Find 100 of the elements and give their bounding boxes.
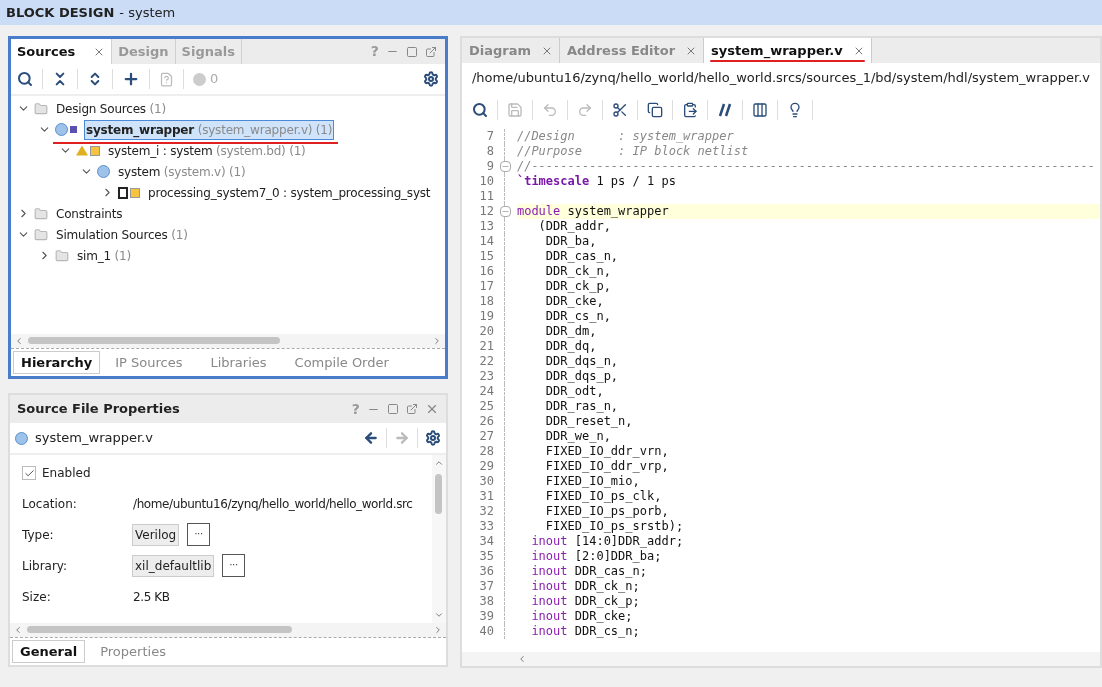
code-line: DDR_reset_n, xyxy=(544,414,634,429)
line-number: 15 xyxy=(478,249,494,264)
code-line: //------------------------------------------------------------------------------ xyxy=(516,159,1096,174)
settings-icon[interactable] xyxy=(422,71,439,87)
line-number: 16 xyxy=(478,264,494,279)
property-label: Type: xyxy=(22,526,55,544)
editor-tab[interactable]: system_wrapper.v xyxy=(704,38,872,63)
view-tab[interactable]: Libraries xyxy=(197,351,280,373)
tree-item[interactable]: processing_system7_0 : system_processing_syst xyxy=(147,183,432,202)
property-label: Library: xyxy=(22,557,69,575)
line-number: 25 xyxy=(478,399,494,414)
line-number: 38 xyxy=(478,594,494,609)
panel-tab[interactable]: Sources xyxy=(11,39,113,64)
view-tab[interactable]: Compile Order xyxy=(281,351,402,373)
browse-button[interactable]: ··· xyxy=(222,554,246,577)
code-line: inout DDR_cs_n; xyxy=(530,624,641,639)
verilog-file-icon xyxy=(97,165,110,178)
copy-icon[interactable] xyxy=(646,102,663,118)
line-number: 13 xyxy=(478,219,494,234)
line-number: 14 xyxy=(478,234,494,249)
line-number: 39 xyxy=(478,609,494,624)
code-line: //Design : system_wrapper xyxy=(516,129,735,144)
scrollbar-thumb[interactable] xyxy=(27,626,293,633)
view-tab[interactable]: Properties xyxy=(87,640,179,662)
code-line: DDR_odt, xyxy=(544,384,605,399)
line-number: 20 xyxy=(478,324,494,339)
block-design-icon xyxy=(76,145,100,156)
folder-icon xyxy=(34,101,48,116)
checkbox-label: Enabled xyxy=(42,465,91,482)
search-icon[interactable] xyxy=(471,102,488,118)
float-button[interactable] xyxy=(424,45,437,58)
enabled-checkbox[interactable] xyxy=(22,466,36,480)
warning-count: 0 xyxy=(210,70,219,89)
line-number: 18 xyxy=(478,294,494,309)
code-line: inout DDR_cas_n; xyxy=(530,564,648,579)
scroll-left-icon[interactable] xyxy=(13,624,23,635)
tree-item[interactable]: sim_1 (1) xyxy=(76,246,132,265)
property-field[interactable]: Verilog xyxy=(132,523,180,546)
property-label: Size: xyxy=(22,588,52,606)
code-line: DDR_cke, xyxy=(544,294,605,309)
code-line: DDR_dm, xyxy=(544,324,598,339)
code-line: DDR_ck_n, xyxy=(544,264,612,279)
code-line: FIXED_IO_ps_srstb); xyxy=(544,519,685,534)
line-number: 33 xyxy=(478,519,494,534)
search-icon[interactable] xyxy=(17,71,33,87)
scrollbar-thumb[interactable] xyxy=(28,337,280,344)
line-number: 11 xyxy=(478,189,494,204)
code-line: (DDR_addr, xyxy=(537,219,612,234)
line-number: 35 xyxy=(478,549,494,564)
code-line: DDR_ras_n, xyxy=(544,399,620,414)
scissors-icon[interactable] xyxy=(611,102,628,118)
tree-item[interactable]: Design Sources (1) xyxy=(55,99,167,118)
tree-item[interactable]: system (system.v) (1) xyxy=(117,162,247,181)
folder-icon xyxy=(55,248,69,263)
property-value: 2.5 KB xyxy=(132,588,171,606)
line-number: 8 xyxy=(485,144,494,159)
line-number: 30 xyxy=(478,474,494,489)
code-line: FIXED_IO_ddr_vrp, xyxy=(544,459,670,474)
line-number: 19 xyxy=(478,309,494,324)
code-line: DDR_dqs_p, xyxy=(544,369,620,384)
save-icon[interactable] xyxy=(506,102,523,118)
line-number: 10 xyxy=(478,174,494,189)
line-number: 22 xyxy=(478,354,494,369)
folder-icon xyxy=(34,227,48,242)
float-button[interactable] xyxy=(405,403,418,415)
folder-icon xyxy=(34,206,48,221)
tree-item[interactable]: Simulation Sources (1) xyxy=(55,225,189,244)
code-line: DDR_ba, xyxy=(544,234,598,249)
code-line: FIXED_IO_ps_clk, xyxy=(544,489,663,504)
view-tab[interactable]: General xyxy=(12,639,86,663)
view-tab[interactable]: IP Sources xyxy=(102,351,196,373)
maximize-button[interactable] xyxy=(405,45,418,58)
add-icon[interactable] xyxy=(122,70,140,88)
scrollbar-thumb[interactable] xyxy=(435,474,443,514)
line-number: 23 xyxy=(478,369,494,384)
line-number: 32 xyxy=(478,504,494,519)
tree-item[interactable]: Constraints xyxy=(55,204,124,223)
line-number: 7 xyxy=(485,129,494,144)
tree-item[interactable]: system_i : system (system.bd) (1) xyxy=(107,141,307,160)
file-name: system_wrapper.v xyxy=(35,429,153,448)
fold-icon[interactable] xyxy=(499,161,511,172)
browse-button[interactable]: ··· xyxy=(187,523,211,546)
paste-icon[interactable] xyxy=(681,102,698,118)
line-number: 40 xyxy=(478,624,494,639)
maximize-button[interactable] xyxy=(386,403,399,415)
columns-icon[interactable] xyxy=(751,102,768,118)
code-line: inout [2:0]DDR_ba; xyxy=(530,549,663,564)
comment-slashes-icon[interactable] xyxy=(716,102,733,118)
code-line: DDR_ck_p, xyxy=(544,279,612,294)
ip-block-icon xyxy=(118,186,140,199)
scroll-left-icon[interactable] xyxy=(14,335,24,346)
verilog-file-icon xyxy=(15,431,28,445)
settings-icon[interactable] xyxy=(424,430,441,446)
file-question-icon[interactable] xyxy=(159,71,174,87)
scroll-up-icon[interactable] xyxy=(433,458,444,468)
property-field[interactable]: xil_defaultlib xyxy=(132,554,215,577)
fold-icon[interactable] xyxy=(499,206,511,217)
code-line: inout DDR_cke; xyxy=(530,609,634,624)
line-number: 36 xyxy=(478,564,494,579)
view-tab[interactable]: Hierarchy xyxy=(13,350,101,374)
